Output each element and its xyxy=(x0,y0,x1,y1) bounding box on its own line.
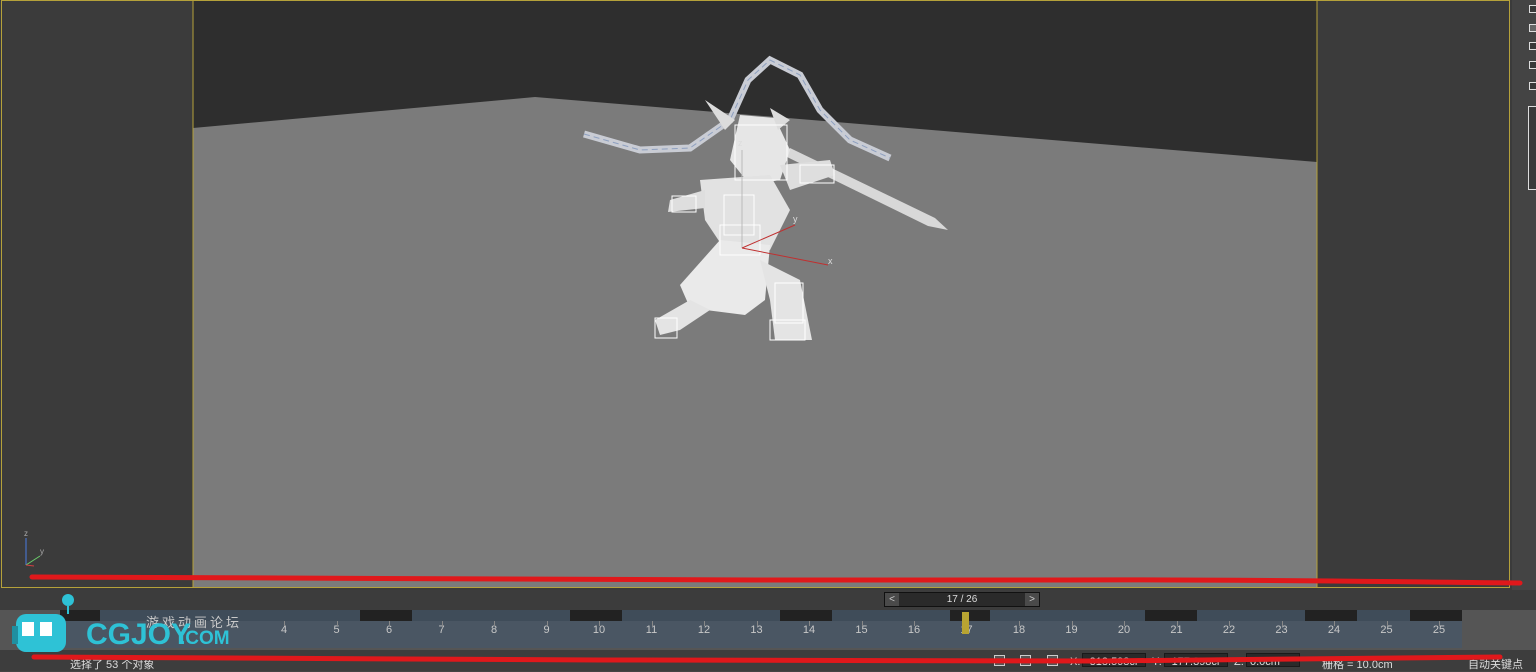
timeline-tick xyxy=(1281,621,1283,626)
timeline-tick xyxy=(441,621,443,626)
timeline-tick xyxy=(861,621,863,626)
z-coord-value: 0.0cm xyxy=(1250,656,1280,668)
playhead[interactable] xyxy=(962,612,969,634)
timeline-tick xyxy=(651,621,653,626)
y-coord-label: Y: xyxy=(1152,656,1162,668)
timeline-tick xyxy=(1386,621,1388,626)
timeline-tick xyxy=(494,621,495,626)
status-bar xyxy=(0,650,1536,671)
keyframe-block[interactable] xyxy=(1145,610,1197,621)
y-coord-value: -177.398cr xyxy=(1168,656,1221,668)
time-slider-bar xyxy=(0,590,1536,610)
x-coord-value: -318.598cr xyxy=(1086,656,1139,668)
timeline-tick xyxy=(546,621,548,626)
time-slider[interactable]: < 17 / 26 > xyxy=(884,592,1040,607)
isolate-icon[interactable] xyxy=(1020,655,1031,666)
absolute-mode-icon[interactable] xyxy=(1047,655,1058,666)
timeline-tick xyxy=(914,621,915,626)
panel-checkbox[interactable] xyxy=(1529,42,1536,50)
panel-list-box[interactable] xyxy=(1528,106,1536,190)
watermark-suffix: .COM xyxy=(180,628,230,649)
timeline-tick xyxy=(389,621,390,626)
keyframe-block[interactable] xyxy=(1410,610,1462,621)
panel-checkbox[interactable] xyxy=(1529,5,1536,13)
timeline-tick xyxy=(284,621,285,626)
timeline-tick xyxy=(809,621,810,626)
timeline-tick xyxy=(1229,621,1230,626)
lock-selection-icon[interactable] xyxy=(994,655,1005,666)
keyframe-strip[interactable] xyxy=(60,610,1462,621)
keyframe-block[interactable] xyxy=(570,610,622,621)
timeline-tick xyxy=(1334,621,1335,626)
z-coord-label: Z: xyxy=(1234,656,1244,668)
command-panel xyxy=(1512,0,1536,590)
timeline-tick xyxy=(1176,621,1178,626)
timeline-tick xyxy=(336,621,338,626)
grid-size-label: 栅格 = 10.0cm xyxy=(1322,659,1393,671)
watermark-brand: CGJOY xyxy=(86,618,192,651)
timeline-tick xyxy=(1439,621,1440,626)
viewport-perspective[interactable]: z y x z y xyxy=(0,0,1513,590)
panel-checkbox[interactable] xyxy=(1529,61,1536,69)
x-coord-label: X: xyxy=(1070,656,1081,668)
keyframe-block[interactable] xyxy=(780,610,832,621)
timeline-tick xyxy=(1019,621,1020,626)
timeline-tick xyxy=(756,621,758,626)
timeline-tick xyxy=(704,621,705,626)
timeline-tick xyxy=(1071,621,1073,626)
auto-key-button[interactable]: 自动关键点 xyxy=(1468,656,1523,672)
keyframe-block[interactable] xyxy=(950,610,990,621)
viewport-active-border xyxy=(1,0,1510,588)
keyframe-block[interactable] xyxy=(1305,610,1357,621)
panel-checkbox[interactable] xyxy=(1529,24,1536,32)
prev-frame-button[interactable]: < xyxy=(885,593,899,606)
panel-checkbox[interactable] xyxy=(1529,82,1536,90)
keyframe-block[interactable] xyxy=(360,610,412,621)
timeline-tick xyxy=(1124,621,1125,626)
frame-counter-label: 17 / 26 xyxy=(946,594,978,605)
timeline-tick xyxy=(599,621,600,626)
next-frame-button[interactable]: > xyxy=(1025,593,1039,606)
cgjoy-mascot-icon xyxy=(12,594,74,652)
